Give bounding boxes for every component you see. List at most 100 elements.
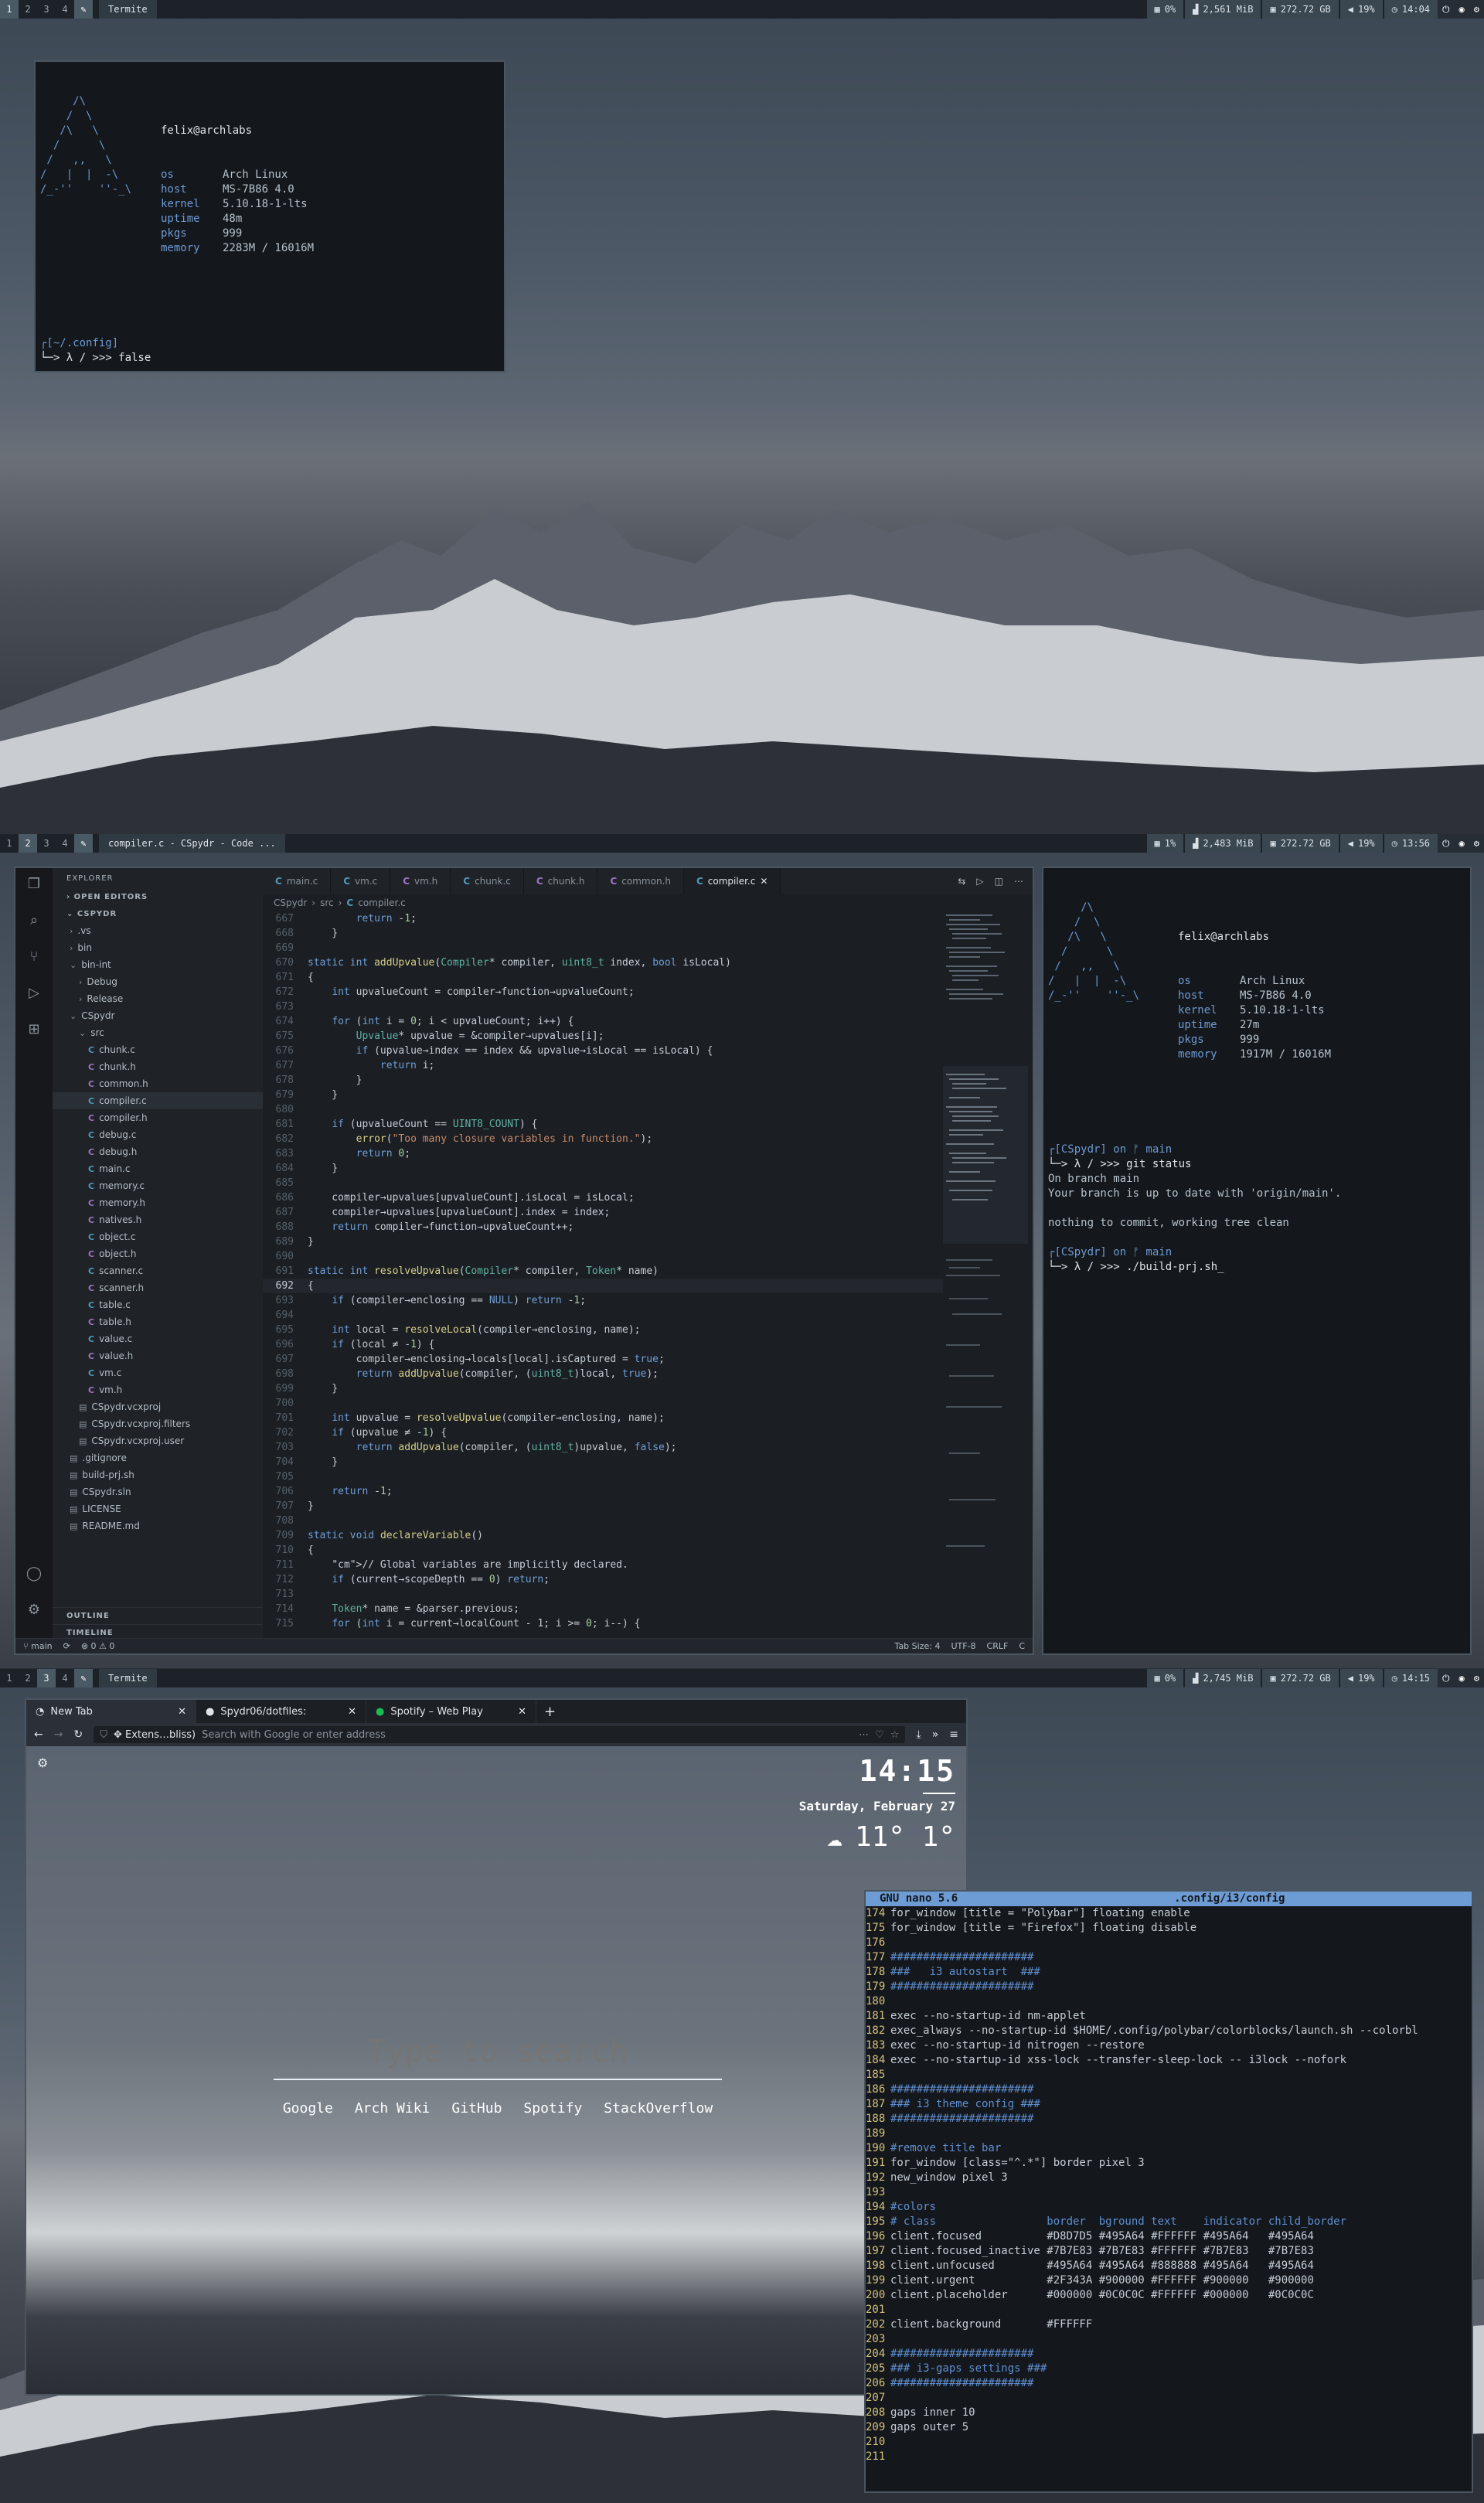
tree-item[interactable]: ⌄ src	[53, 1024, 263, 1041]
tree-item[interactable]: ▤ CSpydr.vcxproj	[53, 1398, 263, 1415]
close-icon[interactable]: ✕	[760, 876, 768, 887]
open-editors-section[interactable]: › OPEN EDITORS	[53, 888, 263, 905]
back-arrow-icon[interactable]: ←	[34, 1728, 43, 1741]
manage-gear-icon[interactable]: ⚙	[28, 1602, 40, 1618]
power-icon[interactable]: ⏻	[1438, 0, 1455, 19]
workspace-3[interactable]: 3	[37, 0, 56, 19]
tree-item[interactable]: Cobject.h	[53, 1245, 263, 1262]
tree-item[interactable]: Cvalue.c	[53, 1330, 263, 1347]
settings-icon[interactable]: ⚙	[1469, 834, 1484, 853]
tree-item[interactable]: ▤ CSpydr.vcxproj.user	[53, 1432, 263, 1449]
workspace-1[interactable]: 1	[0, 834, 19, 853]
eol-status[interactable]: CRLF	[987, 1641, 1009, 1651]
nano-buffer[interactable]: 174 for_window [title = "Polybar"] floati…	[866, 1906, 1472, 2464]
settings-gear-icon[interactable]: ⚙	[37, 1756, 48, 1770]
editor-tab[interactable]: Cvm.c	[331, 868, 391, 894]
tree-item[interactable]: Cscanner.c	[53, 1262, 263, 1279]
source-control-icon[interactable]: ⑂	[30, 948, 39, 965]
new-tab-plus-icon[interactable]: +	[536, 1700, 563, 1723]
tree-item[interactable]: ▤ CSpydr.vcxproj.filters	[53, 1415, 263, 1432]
tab-new-tab[interactable]: ◔ New Tab ✕	[26, 1700, 196, 1723]
quick-link[interactable]: GitHub	[451, 2100, 502, 2116]
forward-arrow-icon[interactable]: →	[54, 1728, 63, 1741]
tree-item[interactable]: ⌄ bin-int	[53, 956, 263, 973]
workspace-2[interactable]: 2	[19, 0, 37, 19]
workspace-4[interactable]: 4	[56, 1669, 74, 1687]
tree-item[interactable]: Ctable.h	[53, 1313, 263, 1330]
search-icon[interactable]: ⌕	[30, 912, 38, 928]
workspace-4[interactable]: 4	[56, 834, 74, 853]
quick-link[interactable]: Arch Wiki	[355, 2100, 431, 2116]
close-icon[interactable]: ✕	[518, 1706, 526, 1718]
tree-item[interactable]: › .vs	[53, 922, 263, 939]
tree-item[interactable]: › bin	[53, 939, 263, 956]
tree-item[interactable]: Ccommon.h	[53, 1075, 263, 1092]
overflow-chevron-icon[interactable]: »	[932, 1728, 939, 1741]
problems-status[interactable]: ⊗ 0 ⚠ 0	[81, 1641, 115, 1651]
workspace-2[interactable]: 2	[19, 834, 37, 853]
tree-item[interactable]: Cnatives.h	[53, 1211, 263, 1228]
tree-item[interactable]: ⌄ CSpydr	[53, 1007, 263, 1024]
editor-tab[interactable]: Ccommon.h	[597, 868, 684, 894]
firefox-window[interactable]: ◔ New Tab ✕ ● Spydr06/dotfiles: ✕ ● Spotify …	[25, 1698, 968, 2396]
encoding-status[interactable]: UTF-8	[951, 1641, 975, 1651]
extensions-icon[interactable]: ⊞	[28, 1021, 39, 1037]
workspace-3[interactable]: 3	[37, 834, 56, 853]
tree-item[interactable]: Cvm.c	[53, 1364, 263, 1381]
workspace-2[interactable]: 2	[19, 1669, 37, 1687]
tree-item[interactable]: Cmemory.c	[53, 1177, 263, 1194]
editor-tab[interactable]: Cchunk.c	[451, 868, 524, 894]
tree-item[interactable]: Ccompiler.h	[53, 1109, 263, 1126]
discord-icon[interactable]: ◉	[1454, 1669, 1469, 1687]
tree-item[interactable]: ▤ CSpydr.sln	[53, 1483, 263, 1500]
tree-item[interactable]: Cobject.c	[53, 1228, 263, 1245]
volume-module[interactable]: ◀ 19%	[1339, 1669, 1383, 1687]
sync-icon[interactable]: ⟳	[63, 1641, 70, 1651]
quick-link[interactable]: Spotify	[523, 2100, 582, 2116]
tree-item[interactable]: › Release	[53, 990, 263, 1007]
terminal-window[interactable]: /\ / \ /\ \ / \ / ,, \ / | | -\ /_-'' ''…	[1042, 867, 1472, 1655]
url-bar[interactable]: ⛉ ✥ Extens…bliss) Search with Google or …	[94, 1726, 906, 1743]
pocket-icon[interactable]: ♡	[875, 1729, 884, 1741]
tree-item[interactable]: ▤ LICENSE	[53, 1500, 263, 1517]
tab-size-status[interactable]: Tab Size: 4	[895, 1641, 941, 1651]
tree-item[interactable]: Ctable.c	[53, 1296, 263, 1313]
tree-item[interactable]: Cvm.h	[53, 1381, 263, 1398]
tree-item[interactable]: Cmemory.h	[53, 1194, 263, 1211]
compare-icon[interactable]: ⇆	[958, 876, 965, 887]
discord-icon[interactable]: ◉	[1454, 834, 1469, 853]
account-icon[interactable]: ◯	[26, 1565, 42, 1582]
vscode-window[interactable]: ❐ ⌕ ⑂ ▷ ⊞ ◯ ⚙ EXPLORER › OPEN EDITORS ⌄ …	[14, 867, 1034, 1655]
tree-item[interactable]: ▤ README.md	[53, 1517, 263, 1534]
workspace-4[interactable]: 4	[56, 0, 74, 19]
breadcrumb-item[interactable]: compiler.c	[358, 897, 406, 908]
settings-icon[interactable]: ⚙	[1469, 0, 1484, 19]
tree-item[interactable]: Cmain.c	[53, 1160, 263, 1177]
extension-identity[interactable]: ✥ Extens…bliss)	[114, 1729, 196, 1741]
editor-tab[interactable]: Cmain.c	[263, 868, 332, 894]
close-icon[interactable]: ✕	[348, 1706, 356, 1718]
reload-icon[interactable]: ↻	[73, 1728, 83, 1741]
workspace-1[interactable]: 1	[0, 1669, 19, 1687]
workspace-3[interactable]: 3	[37, 1669, 56, 1687]
terminal-window[interactable]: /\ / \ /\ \ / \ / ,, \ / | | -\ /_-'' ''…	[34, 60, 505, 373]
quick-link[interactable]: StackOverflow	[604, 2100, 713, 2116]
menu-icon[interactable]: ≡	[949, 1728, 958, 1741]
minimap[interactable]	[943, 911, 1028, 1641]
download-icon[interactable]: ⤓	[916, 1728, 921, 1741]
volume-module[interactable]: ◀ 19%	[1339, 0, 1383, 19]
branch-status[interactable]: ⑂ main	[23, 1641, 53, 1651]
workspace-1[interactable]: 1	[0, 0, 19, 19]
tree-item[interactable]: Cscanner.h	[53, 1279, 263, 1296]
outline-section[interactable]: OUTLINE	[53, 1607, 263, 1624]
editor-tab[interactable]: Cvm.h	[390, 868, 451, 894]
more-icon[interactable]: ⋯	[1014, 876, 1023, 887]
editor-tab[interactable]: Ccompiler.c ✕	[683, 868, 781, 894]
editor-tab[interactable]: Cchunk.h	[524, 868, 598, 894]
tree-item[interactable]: Cchunk.h	[53, 1058, 263, 1075]
settings-icon[interactable]: ⚙	[1469, 1669, 1484, 1687]
nano-terminal[interactable]: GNU nano 5.6 .config/i3/config 174 for_win…	[864, 1890, 1473, 2493]
volume-module[interactable]: ◀ 19%	[1339, 834, 1383, 853]
tree-item[interactable]: Ccompiler.c	[53, 1092, 263, 1109]
project-section[interactable]: ⌄ CSPYDR	[53, 905, 263, 922]
